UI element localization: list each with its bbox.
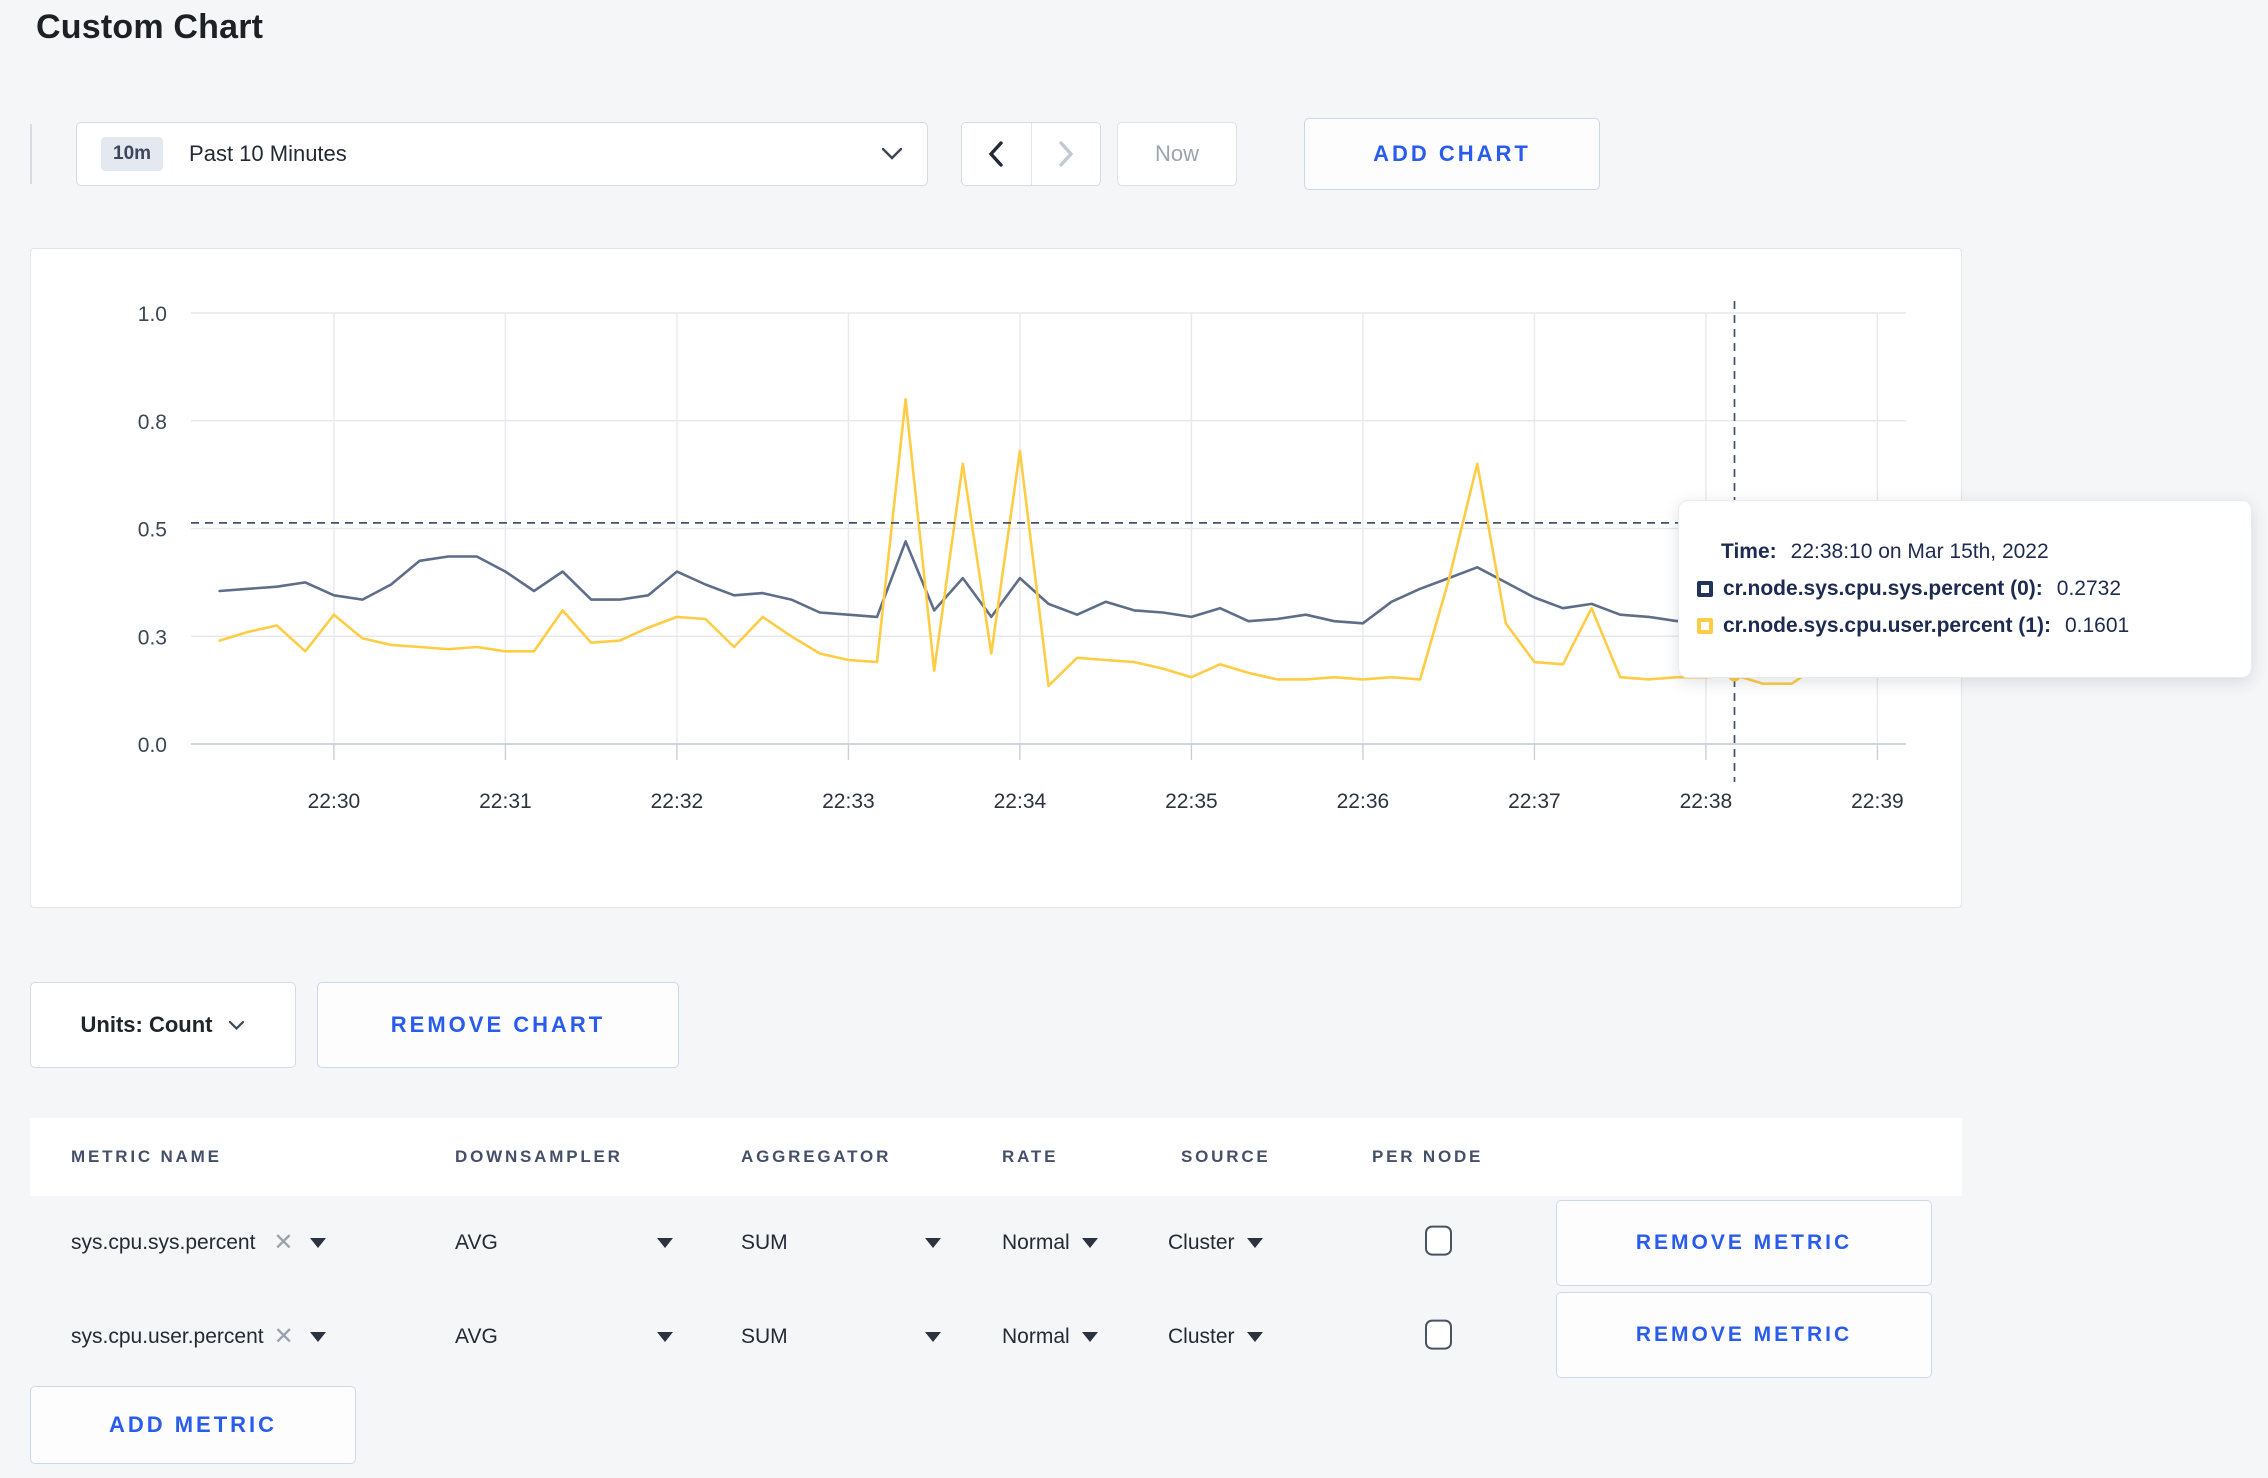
svg-text:22:32: 22:32 bbox=[651, 790, 704, 813]
add-metric-button[interactable]: ADD METRIC bbox=[30, 1386, 356, 1464]
column-header-rate: RATE bbox=[1002, 1147, 1059, 1166]
column-header-metric-name: METRIC NAME bbox=[71, 1147, 222, 1166]
source-select[interactable]: Cluster bbox=[1168, 1325, 1263, 1349]
prev-time-button[interactable] bbox=[962, 123, 1031, 185]
tooltip-user-label: cr.node.sys.cpu.user.percent (1): bbox=[1723, 614, 2051, 637]
rate-value: Normal bbox=[1002, 1325, 1070, 1348]
svg-text:0.0: 0.0 bbox=[138, 734, 167, 757]
metric-name-value: sys.cpu.sys.percent bbox=[71, 1231, 256, 1254]
column-header-source: SOURCE bbox=[1181, 1147, 1271, 1166]
svg-text:22:38: 22:38 bbox=[1680, 790, 1733, 813]
units-label: Units: Count bbox=[80, 1012, 213, 1037]
metric-name-select[interactable]: sys.cpu.user.percent ✕ bbox=[71, 1325, 326, 1349]
aggregator-value: SUM bbox=[741, 1325, 788, 1348]
chevron-right-icon bbox=[1058, 141, 1074, 167]
source-value: Cluster bbox=[1168, 1231, 1235, 1254]
svg-text:0.5: 0.5 bbox=[138, 519, 167, 542]
svg-text:0.8: 0.8 bbox=[138, 411, 167, 434]
sys-series-swatch-icon bbox=[1697, 581, 1713, 597]
tooltip-time-row: Time: 22:38:10 on Mar 15th, 2022 bbox=[1697, 540, 2231, 564]
clear-metric-icon[interactable]: ✕ bbox=[273, 1231, 293, 1255]
now-button[interactable]: Now bbox=[1117, 122, 1237, 186]
column-header-per-node: PER NODE bbox=[1372, 1147, 1484, 1166]
rate-select[interactable]: Normal bbox=[1002, 1231, 1098, 1255]
remove-metric-button[interactable]: REMOVE METRIC bbox=[1556, 1200, 1932, 1286]
remove-chart-button[interactable]: REMOVE CHART bbox=[317, 982, 679, 1068]
tooltip-series-row: cr.node.sys.cpu.user.percent (1): 0.1601 bbox=[1697, 614, 2231, 638]
time-range-selector[interactable]: 10m Past 10 Minutes bbox=[76, 122, 928, 186]
tooltip-time-value: 22:38:10 on Mar 15th, 2022 bbox=[1790, 540, 2049, 563]
rate-select[interactable]: Normal bbox=[1002, 1325, 1098, 1349]
caret-down-icon[interactable] bbox=[1081, 1332, 1098, 1342]
caret-down-icon[interactable] bbox=[1081, 1238, 1098, 1248]
caret-down-icon[interactable] bbox=[1246, 1332, 1263, 1342]
time-range-label: Past 10 Minutes bbox=[189, 141, 347, 166]
column-header-downsampler: DOWNSAMPLER bbox=[455, 1147, 623, 1166]
column-header-aggregator: AGGREGATOR bbox=[741, 1147, 892, 1166]
downsampler-select[interactable]: AVG bbox=[455, 1325, 673, 1349]
svg-text:22:30: 22:30 bbox=[308, 790, 361, 813]
metrics-chart[interactable]: 22:30 22:31 22:32 22:33 22:34 22:35 22:36 22:37… bbox=[31, 249, 1961, 907]
caret-down-icon[interactable] bbox=[1246, 1238, 1263, 1248]
aggregator-select[interactable]: SUM bbox=[741, 1325, 941, 1349]
caret-down-icon[interactable] bbox=[309, 1332, 326, 1342]
svg-text:22:34: 22:34 bbox=[994, 790, 1047, 813]
svg-text:0.3: 0.3 bbox=[138, 626, 167, 649]
table-row: sys.cpu.user.percent ✕ AVG SUM Normal Cl… bbox=[30, 1290, 1962, 1384]
aggregator-value: SUM bbox=[741, 1231, 788, 1254]
chart-tooltip: Time: 22:38:10 on Mar 15th, 2022 cr.node… bbox=[1678, 500, 2252, 678]
next-time-button[interactable] bbox=[1030, 123, 1100, 185]
per-node-checkbox[interactable] bbox=[1425, 1319, 1452, 1350]
metric-name-value: sys.cpu.user.percent bbox=[71, 1325, 264, 1348]
chevron-left-icon bbox=[988, 141, 1004, 167]
units-select[interactable]: Units: Count bbox=[30, 982, 296, 1068]
downsampler-value: AVG bbox=[455, 1325, 498, 1348]
remove-metric-button[interactable]: REMOVE METRIC bbox=[1556, 1292, 1932, 1378]
source-value: Cluster bbox=[1168, 1325, 1235, 1348]
page-title: Custom Chart bbox=[36, 8, 264, 46]
toolbar-divider bbox=[30, 124, 32, 184]
svg-text:22:35: 22:35 bbox=[1165, 790, 1218, 813]
caret-down-icon[interactable] bbox=[657, 1238, 673, 1248]
time-range-badge: 10m bbox=[101, 137, 164, 171]
source-select[interactable]: Cluster bbox=[1168, 1231, 1263, 1255]
metrics-table-header: METRIC NAME DOWNSAMPLER AGGREGATOR RATE … bbox=[30, 1118, 1962, 1196]
per-node-checkbox[interactable] bbox=[1425, 1225, 1452, 1256]
tooltip-sys-label: cr.node.sys.cpu.sys.percent (0): bbox=[1723, 577, 2043, 600]
chevron-down-icon bbox=[228, 1020, 245, 1031]
aggregator-select[interactable]: SUM bbox=[741, 1231, 941, 1255]
caret-down-icon[interactable] bbox=[309, 1238, 326, 1248]
user-series-swatch-icon bbox=[1697, 618, 1713, 634]
svg-text:22:39: 22:39 bbox=[1851, 790, 1904, 813]
time-nav-group bbox=[961, 122, 1101, 186]
tooltip-time-label: Time: bbox=[1721, 540, 1777, 563]
tooltip-series-row: cr.node.sys.cpu.sys.percent (0): 0.2732 bbox=[1697, 577, 2231, 601]
rate-value: Normal bbox=[1002, 1231, 1070, 1254]
caret-down-icon[interactable] bbox=[657, 1332, 673, 1342]
downsampler-value: AVG bbox=[455, 1231, 498, 1254]
downsampler-select[interactable]: AVG bbox=[455, 1231, 673, 1255]
clear-metric-icon[interactable]: ✕ bbox=[274, 1325, 294, 1349]
svg-text:22:31: 22:31 bbox=[479, 790, 532, 813]
chevron-down-icon bbox=[881, 147, 903, 161]
svg-text:22:37: 22:37 bbox=[1508, 790, 1561, 813]
add-chart-button[interactable]: ADD CHART bbox=[1304, 118, 1600, 190]
chart-card: 22:30 22:31 22:32 22:33 22:34 22:35 22:36 22:37… bbox=[30, 248, 1962, 908]
svg-text:22:36: 22:36 bbox=[1337, 790, 1390, 813]
tooltip-sys-value: 0.2732 bbox=[2056, 577, 2122, 600]
tooltip-user-value: 0.1601 bbox=[2064, 614, 2130, 637]
svg-text:22:33: 22:33 bbox=[822, 790, 875, 813]
svg-text:1.0: 1.0 bbox=[138, 303, 167, 326]
table-row: sys.cpu.sys.percent ✕ AVG SUM Normal Clu… bbox=[30, 1196, 1962, 1290]
caret-down-icon[interactable] bbox=[925, 1238, 941, 1248]
metric-name-select[interactable]: sys.cpu.sys.percent ✕ bbox=[71, 1231, 326, 1255]
caret-down-icon[interactable] bbox=[925, 1332, 941, 1342]
